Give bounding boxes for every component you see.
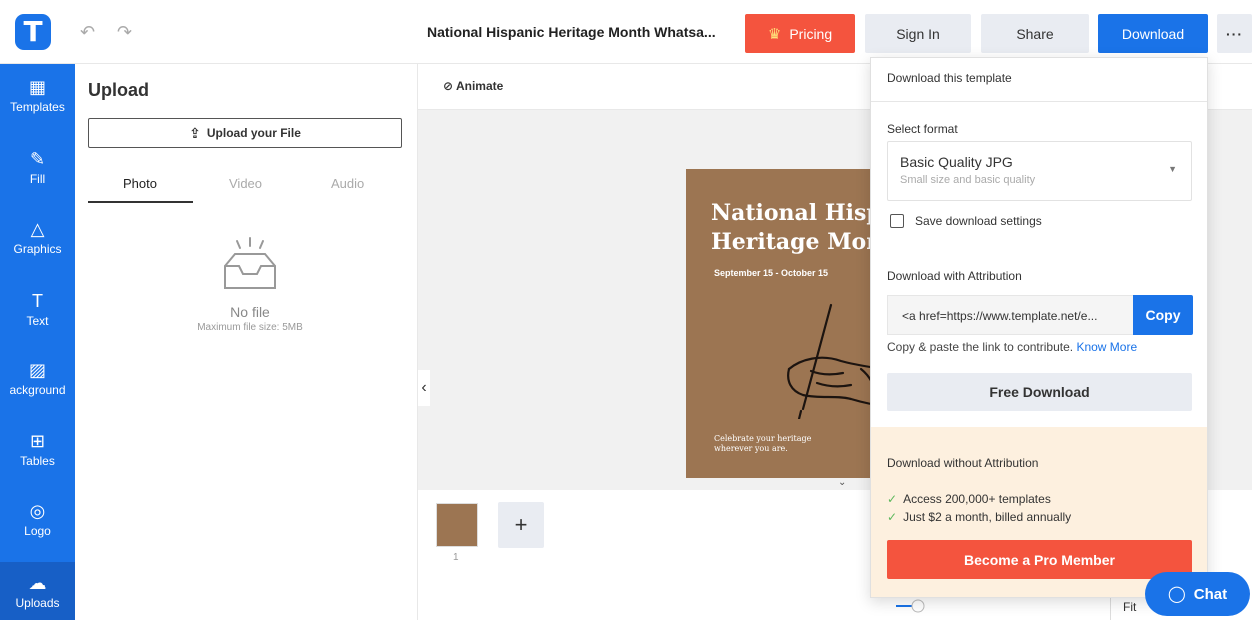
undo-icon[interactable]: ↶ (80, 22, 95, 43)
shapes-icon: △ (30, 219, 45, 239)
check-icon: ✓ (887, 510, 898, 524)
sidebar-item-uploads[interactable]: ☁ Uploads (0, 562, 75, 620)
download-dropdown: Download this template Select format Bas… (870, 57, 1208, 598)
sidebar-item-text[interactable]: T Text (0, 290, 75, 328)
cloud-upload-icon: ☁ (28, 573, 47, 593)
brush-icon: ✎ (29, 149, 46, 169)
sidebar-item-label: Text (26, 314, 49, 328)
sidebar-item-label: Fill (29, 172, 46, 186)
sidebar-item-label: Tables (20, 454, 55, 468)
sidebar-item-label: Templates (10, 100, 65, 114)
without-attribution-label: Download without Attribution (887, 456, 1039, 470)
free-download-button[interactable]: Free Download (887, 373, 1192, 411)
cloud-upload-icon: ⇪ (189, 124, 201, 141)
chevron-down-icon[interactable]: ⌄ (838, 477, 846, 488)
sidebar-item-background[interactable]: ▨ ackground (0, 359, 75, 397)
chat-bubble-icon: ◯ (1167, 586, 1186, 603)
format-subtitle: Small size and basic quality (900, 174, 1036, 186)
active-tab-indicator (88, 201, 193, 203)
page-number: 1 (453, 552, 459, 563)
benefit-item: ✓ Access 200,000+ templates (887, 492, 1051, 506)
upload-file-label: Upload your File (206, 126, 301, 140)
templates-icon: ▦ (28, 77, 46, 97)
app-logo[interactable]: T (15, 14, 51, 50)
sign-in-button[interactable]: Sign In (865, 14, 971, 53)
know-more-link[interactable]: Know More (1076, 340, 1137, 354)
background-icon: ▨ (28, 360, 46, 380)
upload-panel: Upload ⇪ Upload your File Photo Video Au… (75, 64, 418, 620)
pro-section: Download without Attribution ✓ Access 200… (871, 427, 1207, 597)
text-icon: T (32, 291, 43, 311)
poster-tagline: Celebrate your heritage wherever you are… (714, 434, 812, 453)
pricing-button[interactable]: ♛ Pricing (745, 14, 855, 53)
collapse-panel-button[interactable]: ‹ (418, 370, 430, 406)
format-title: Basic Quality JPG (900, 154, 1013, 170)
page-thumbnail[interactable] (436, 503, 478, 547)
sidebar-item-label: ackground (9, 383, 66, 397)
share-button[interactable]: Share (981, 14, 1089, 53)
download-heading: Download this template (887, 71, 1012, 85)
document-title[interactable]: National Hispanic Heritage Month Whatsa.… (427, 24, 716, 40)
copy-note-text: Copy & paste the link to contribute. (887, 340, 1074, 354)
left-sidebar: ▦ Templates ✎ Fill △ Graphics T Text ▨ a… (0, 64, 75, 620)
check-icon: ✓ (887, 492, 898, 506)
attribution-link-field[interactable]: <a href=https://www.template.net/e... (887, 295, 1133, 335)
zoom-slider[interactable] (896, 599, 926, 613)
table-icon: ⊞ (29, 431, 46, 451)
animate-button[interactable]: ⊘ Animate (443, 79, 503, 93)
upload-file-button[interactable]: ⇪ Upload your File (88, 118, 402, 148)
poster-dates: September 15 - October 15 (714, 268, 829, 278)
more-menu-button[interactable]: ··· (1217, 14, 1252, 53)
pricing-label: Pricing (789, 25, 833, 42)
divider (871, 101, 1207, 102)
tab-photo[interactable]: Photo (123, 176, 157, 191)
sidebar-item-tables[interactable]: ⊞ Tables (0, 430, 75, 468)
benefit-text: Just $2 a month, billed annually (903, 510, 1072, 524)
sidebar-item-label: Graphics (13, 242, 62, 256)
copy-note: Copy & paste the link to contribute. Kno… (887, 340, 1137, 354)
sidebar-item-graphics[interactable]: △ Graphics (0, 218, 75, 256)
chevron-down-icon: ▼ (1168, 164, 1177, 174)
select-format-label: Select format (887, 122, 958, 136)
benefit-text: Access 200,000+ templates (903, 492, 1051, 506)
sidebar-item-fill[interactable]: ✎ Fill (0, 148, 75, 186)
attribution-label: Download with Attribution (887, 269, 1022, 283)
animate-label: Animate (455, 79, 504, 93)
tab-video[interactable]: Video (229, 176, 262, 191)
format-select[interactable]: Basic Quality JPG Small size and basic q… (887, 141, 1192, 201)
copy-button[interactable]: Copy (1133, 295, 1193, 335)
download-button[interactable]: Download (1098, 14, 1208, 53)
sidebar-item-logo[interactable]: ◎ Logo (0, 500, 75, 538)
chat-label: Chat (1193, 585, 1228, 603)
benefit-item: ✓ Just $2 a month, billed annually (887, 510, 1071, 524)
empty-state-title: No file (230, 304, 270, 320)
sidebar-item-templates[interactable]: ▦ Templates (0, 76, 75, 114)
save-settings-checkbox[interactable] (890, 214, 904, 228)
panel-title: Upload (88, 80, 149, 100)
sidebar-item-label: Uploads (15, 596, 60, 610)
become-pro-button[interactable]: Become a Pro Member (887, 540, 1192, 579)
animate-icon: ⊘ (443, 79, 456, 93)
empty-state-subtitle: Maximum file size: 5MB (197, 322, 303, 333)
redo-icon[interactable]: ↷ (117, 22, 132, 43)
chat-button[interactable]: ◯ Chat (1145, 572, 1250, 616)
save-settings-label: Save download settings (915, 214, 1042, 228)
add-page-button[interactable]: + (498, 502, 544, 548)
empty-tray-icon (224, 237, 276, 289)
sidebar-item-label: Logo (24, 524, 51, 538)
tab-audio[interactable]: Audio (331, 176, 364, 191)
crown-icon: ♛ (767, 25, 782, 43)
logo-icon: ◎ (29, 501, 46, 521)
